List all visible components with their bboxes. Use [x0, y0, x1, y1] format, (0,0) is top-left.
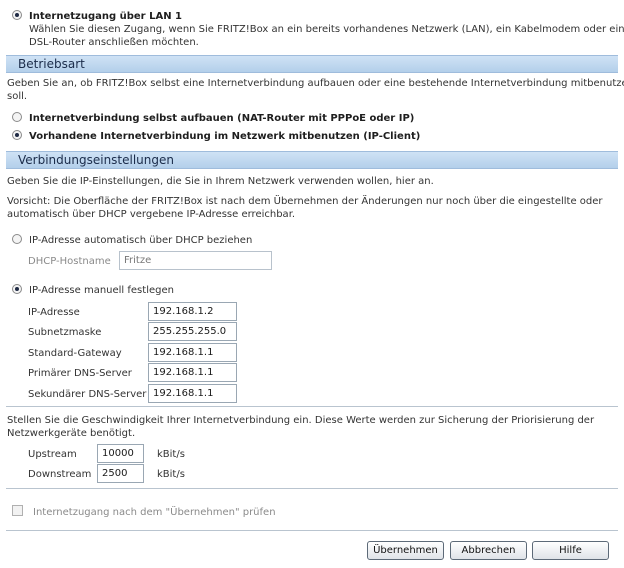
- dhcp-radio[interactable]: [12, 234, 22, 244]
- lan-desc-line1: Wählen Sie diesen Zugang, wenn Sie FRITZ…: [29, 24, 624, 35]
- apply-button[interactable]: Übernehmen: [367, 541, 444, 560]
- verbindung-title: Verbindungseinstellungen: [18, 153, 174, 167]
- primary-dns-input[interactable]: 192.168.1.1: [148, 363, 237, 382]
- ip-client-label: Vorhandene Internetverbindung im Netzwer…: [29, 131, 421, 142]
- downstream-label: Downstream: [28, 469, 92, 480]
- nat-router-radio[interactable]: [12, 112, 22, 122]
- lan-desc-line2: DSL-Router anschließen möchten.: [29, 37, 199, 48]
- divider-speed: [6, 406, 618, 407]
- subnet-mask-label: Subnetzmaske: [28, 327, 102, 338]
- gateway-label: Standard-Gateway: [28, 348, 122, 359]
- help-button[interactable]: Hilfe: [532, 541, 609, 560]
- gateway-input[interactable]: 192.168.1.1: [148, 343, 237, 362]
- dhcp-option-label: IP-Adresse automatisch über DHCP beziehe…: [29, 235, 253, 246]
- cancel-button[interactable]: Abbrechen: [450, 541, 527, 560]
- speed-desc-line1: Stellen Sie die Geschwindigkeit Ihrer In…: [7, 415, 595, 426]
- ip-address-label: IP-Adresse: [28, 307, 80, 318]
- upstream-input[interactable]: 10000: [97, 444, 144, 463]
- betriebsart-title: Betriebsart: [18, 57, 85, 71]
- manual-ip-label: IP-Adresse manuell festlegen: [29, 285, 174, 296]
- check-internet-checkbox[interactable]: [12, 505, 23, 516]
- divider-buttons: [6, 530, 618, 531]
- upstream-unit: kBit/s: [157, 449, 185, 460]
- downstream-input[interactable]: 2500: [97, 464, 144, 483]
- verbindung-header: Verbindungseinstellungen: [6, 151, 618, 169]
- nat-router-label: Internetverbindung selbst aufbauen (NAT-…: [29, 113, 415, 124]
- ip-client-radio[interactable]: [12, 130, 22, 140]
- subnet-mask-input[interactable]: 255.255.255.0: [148, 322, 237, 341]
- verbindung-warn-line2: automatisch über DHCP vergebene IP-Adres…: [7, 209, 296, 220]
- ip-address-input[interactable]: 192.168.1.2: [148, 302, 237, 321]
- dhcp-hostname-input[interactable]: Fritze: [119, 251, 272, 270]
- manual-ip-radio[interactable]: [12, 284, 22, 294]
- divider-check: [6, 488, 618, 489]
- upstream-label: Upstream: [28, 449, 77, 460]
- lan-option-label: Internetzugang über LAN 1: [29, 11, 183, 22]
- secondary-dns-label: Sekundärer DNS-Server: [28, 389, 147, 400]
- betriebsart-header: Betriebsart: [6, 55, 618, 73]
- downstream-unit: kBit/s: [157, 469, 185, 480]
- betriebsart-desc-line2: soll.: [7, 91, 28, 102]
- check-internet-label: Internetzugang nach dem "Übernehmen" prü…: [33, 507, 276, 518]
- primary-dns-label: Primärer DNS-Server: [28, 368, 132, 379]
- secondary-dns-input[interactable]: 192.168.1.1: [148, 384, 237, 403]
- betriebsart-desc-line1: Geben Sie an, ob FRITZ!Box selbst eine I…: [7, 78, 624, 89]
- lan-radio[interactable]: [12, 10, 22, 20]
- verbindung-desc: Geben Sie die IP-Einstellungen, die Sie …: [7, 176, 434, 187]
- dhcp-hostname-label: DHCP-Hostname: [28, 256, 111, 267]
- speed-desc-line2: Netzwerkgeräte benötigt.: [7, 428, 136, 439]
- verbindung-warn-line1: Vorsicht: Die Oberfläche der FRITZ!Box i…: [7, 196, 603, 207]
